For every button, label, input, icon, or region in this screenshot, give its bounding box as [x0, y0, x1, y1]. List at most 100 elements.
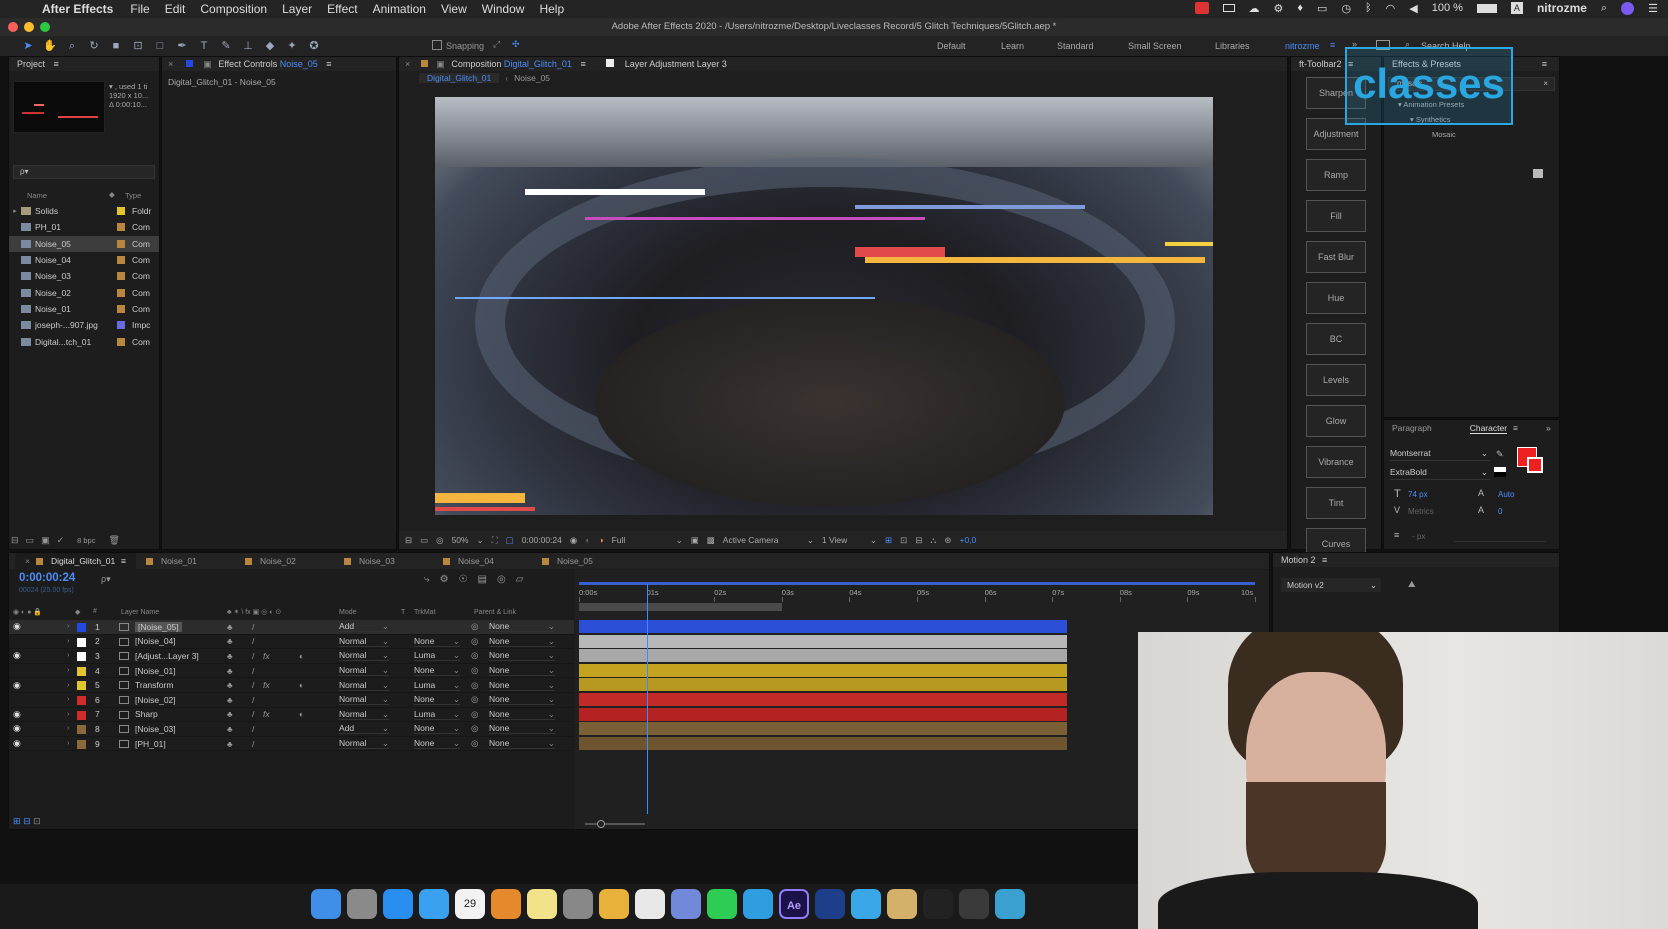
current-time[interactable]: 0:00:00:24	[522, 535, 562, 545]
eye-icon[interactable]: ◉	[13, 709, 21, 720]
layer-duration-bar[interactable]	[579, 634, 1067, 648]
composition-tab[interactable]: Composition	[451, 59, 501, 69]
shy-switch-icon[interactable]: ♣	[227, 666, 233, 676]
minimize-window-button[interactable]	[24, 22, 34, 32]
timeline-tab[interactable]: Noise_04	[433, 553, 532, 569]
column-name[interactable]: Name	[27, 191, 47, 200]
paragraph-tab[interactable]: Paragraph	[1392, 423, 1432, 433]
project-item[interactable]: Noise_04 Com	[9, 252, 159, 268]
archive-icon[interactable]	[887, 889, 917, 919]
shy-switch-icon[interactable]: ♣	[227, 622, 233, 632]
spotlight-icon[interactable]: ⌕	[1601, 2, 1607, 15]
menu-effect[interactable]: Effect	[327, 2, 357, 16]
layer-duration-bar[interactable]	[579, 736, 1067, 750]
black-white-swatch[interactable]	[1494, 467, 1506, 477]
transparency-grid-icon[interactable]: ▩	[707, 535, 715, 546]
shy-switch-icon[interactable]: ♣	[227, 651, 233, 661]
eye-icon[interactable]: ◉	[13, 738, 21, 749]
lock-icon[interactable]: ▣	[436, 59, 445, 69]
user-icon[interactable]: A	[1510, 2, 1523, 14]
ft-button-tint[interactable]: Tint	[1306, 487, 1366, 519]
panel-menu-icon[interactable]: ≡	[326, 59, 331, 69]
timeline-tab[interactable]: × Digital_Glitch_01 ≡	[15, 553, 136, 569]
label-swatch[interactable]	[117, 223, 125, 232]
project-item[interactable]: Digital...tch_01 Com	[9, 333, 159, 349]
quality-switch-icon[interactable]: /	[252, 709, 254, 719]
chrome-icon[interactable]	[635, 889, 665, 919]
workspace-nitrozme[interactable]: nitrozme	[1285, 41, 1320, 51]
layer-row[interactable]: ◉ › 7 Sharp ♣ / fx ◐ Normal ⌄ Luma ⌄ ◎ None ⌄	[9, 708, 574, 723]
layer-row[interactable]: ◉ › 1 [Noise_05] ♣ / Add ⌄ ◎ None ⌄	[9, 620, 574, 635]
battery-label[interactable]: 100 %	[1432, 2, 1463, 14]
pickwhip-icon[interactable]: ◎	[471, 650, 478, 661]
launchpad-icon[interactable]	[347, 889, 377, 919]
toggle-render-time-icon[interactable]: ⊡	[33, 816, 41, 826]
label-swatch[interactable]	[77, 739, 86, 749]
camera-select[interactable]: Active Camera	[723, 535, 799, 545]
chevron-down-icon[interactable]: ⌄	[477, 535, 484, 546]
clone-stamp-tool-icon[interactable]: ⊥	[240, 39, 256, 53]
close-tab-icon[interactable]: ×	[168, 59, 173, 69]
menu-view[interactable]: View	[441, 2, 467, 16]
selection-tool-icon[interactable]: ➤	[20, 39, 36, 53]
system-preferences-icon[interactable]	[563, 889, 593, 919]
eye-icon[interactable]: ◉	[13, 650, 21, 661]
new-composition-icon[interactable]: ▣	[41, 535, 50, 546]
layer-name[interactable]: [PH_01]	[135, 739, 166, 749]
fast-previews-icon[interactable]: ⊡	[900, 535, 907, 546]
zoom-select[interactable]: 50%	[452, 535, 469, 545]
pickwhip-icon[interactable]: ◎	[471, 680, 478, 691]
parent-select[interactable]: None ⌄	[489, 636, 555, 647]
project-item[interactable]: Noise_03 Com	[9, 268, 159, 284]
parent-select[interactable]: None ⌄	[489, 680, 555, 691]
status-icon-monitor[interactable]	[1222, 4, 1235, 12]
quality-switch-icon[interactable]: /	[252, 724, 254, 734]
pickwhip-icon[interactable]: ◎	[471, 636, 478, 647]
frame-blending-icon[interactable]: ▤	[478, 574, 487, 585]
column-type[interactable]: Type	[125, 191, 141, 200]
color-channel-icon[interactable]: ◑	[598, 535, 603, 545]
expand-arrow-icon[interactable]: ›	[67, 638, 69, 645]
adjustment-switch-icon[interactable]: ◐	[299, 651, 304, 661]
creative-cloud-icon[interactable]: ☁	[1249, 2, 1260, 15]
layer-row[interactable]: › 2 [Noise_04] ♣ / Normal ⌄ None ⌄ ◎ None ⌄	[9, 635, 574, 650]
shy-switch-icon[interactable]: ♣	[227, 695, 233, 705]
telegram-icon[interactable]	[743, 889, 773, 919]
project-item[interactable]: Noise_05 Com	[9, 235, 159, 252]
font-size-value[interactable]: 74 px	[1408, 490, 1428, 499]
effect-controls-tab[interactable]: Effect Controls	[218, 59, 277, 69]
camera-tool-icon[interactable]: ■	[108, 39, 124, 53]
quality-switch-icon[interactable]: /	[252, 695, 254, 705]
workspace-default[interactable]: Default	[937, 41, 966, 51]
expand-arrow-icon[interactable]: ›	[67, 623, 69, 630]
eyedropper-icon[interactable]: ✎	[1496, 449, 1504, 460]
project-item[interactable]: Noise_01 Com	[9, 301, 159, 317]
graph-editor-icon[interactable]: ▱	[516, 574, 524, 585]
label-column-icon[interactable]: ◆	[109, 190, 115, 199]
draft-3d-icon[interactable]: ⚙	[440, 574, 449, 585]
label-swatch[interactable]	[77, 666, 86, 676]
eraser-tool-icon[interactable]: ◆	[262, 39, 278, 53]
shy-switch-icon[interactable]: ♣	[227, 680, 233, 690]
snap-options-icon[interactable]: ⤢	[493, 39, 500, 50]
fx-switch-icon[interactable]: fx	[263, 680, 270, 690]
pickwhip-icon[interactable]: ◎	[471, 665, 478, 676]
trash-icon[interactable]: 🗑	[108, 535, 119, 546]
show-snapshot-icon[interactable]: ◐	[585, 535, 590, 545]
trkmat-select[interactable]: None ⌄	[414, 636, 460, 647]
close-tab-icon[interactable]: ×	[405, 59, 410, 69]
menu-layer[interactable]: Layer	[282, 2, 312, 16]
mode-select[interactable]: Normal ⌄	[339, 694, 389, 706]
close-tab-icon[interactable]: ×	[25, 556, 30, 566]
disclosure-icon[interactable]: ▸	[9, 207, 21, 215]
label-swatch[interactable]	[117, 272, 125, 281]
leading-value[interactable]: Auto	[1498, 490, 1514, 499]
menu-file[interactable]: File	[130, 2, 149, 16]
effect-controls-layer[interactable]: Noise_05	[280, 59, 318, 69]
wifi-icon[interactable]: ◠	[1386, 2, 1396, 15]
cleaner-icon[interactable]	[599, 889, 629, 919]
trkmat-select[interactable]: Luma ⌄	[414, 709, 460, 720]
ft-button-fast-blur[interactable]: Fast Blur	[1306, 241, 1366, 273]
timeline-search-icon[interactable]: ρ▾	[101, 574, 111, 585]
zoom-slider-handle[interactable]	[597, 820, 605, 828]
